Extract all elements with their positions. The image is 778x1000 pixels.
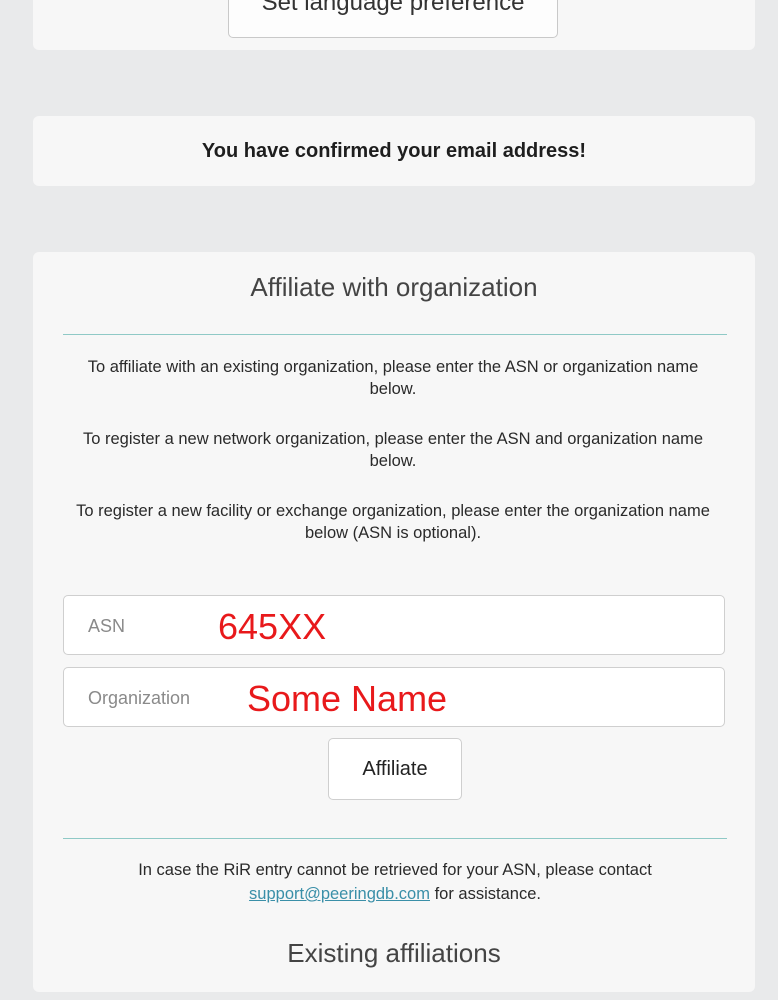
divider [63,838,727,839]
affiliate-card: Affiliate with organization To affiliate… [33,252,755,992]
set-language-button[interactable]: Set language preference [228,0,558,38]
language-card: Set language preference [33,0,755,50]
instruction-existing: To affiliate with an existing organizati… [87,358,699,398]
existing-affiliations-title: Existing affiliations [287,938,501,968]
affiliate-button[interactable]: Affiliate [328,738,462,800]
divider [63,334,727,335]
support-text-after: for assistance. [429,885,541,903]
organization-annotation: Some Name [247,678,448,719]
affiliate-title: Affiliate with organization [250,272,538,302]
support-text-before: In case the RiR entry cannot be retrieve… [138,861,652,879]
set-language-button-label: Set language preference [261,0,525,16]
instruction-network: To register a new network organization, … [82,430,704,470]
instruction-facility: To register a new facility or exchange o… [76,502,710,542]
asn-input[interactable]: ASN 645XX [63,595,725,655]
support-email-link[interactable]: support@peeringdb.com [249,885,430,903]
support-note: In case the RiR entry cannot be retrieve… [63,858,727,906]
organization-placeholder: Organization [88,688,191,708]
asn-annotation: 645XX [218,606,327,647]
confirmation-message: You have confirmed your email address! [201,140,587,162]
confirmation-card: You have confirmed your email address! [33,116,755,186]
asn-placeholder: ASN [88,616,126,636]
organization-input[interactable]: Organization Some Name [63,667,725,727]
page: Set language preference You have confirm… [0,0,778,1000]
